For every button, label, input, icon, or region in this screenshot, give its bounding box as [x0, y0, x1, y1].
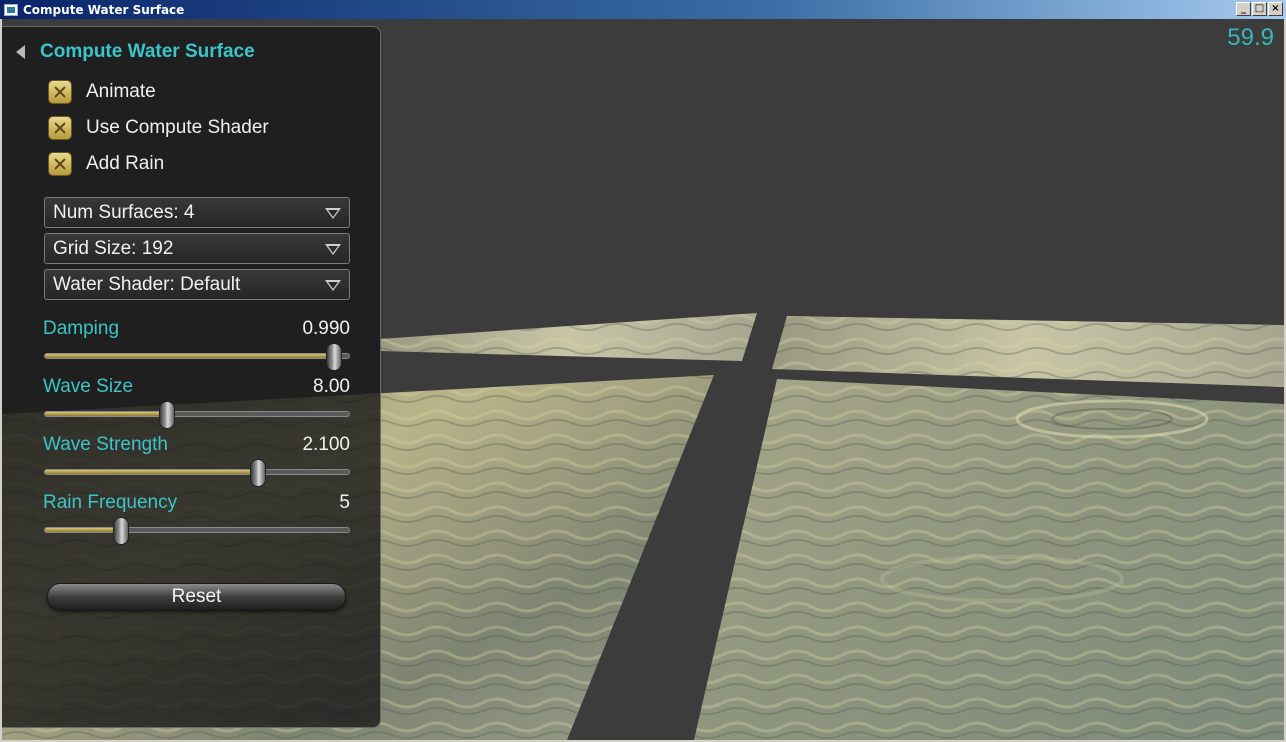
animate-checkbox[interactable] [48, 80, 72, 104]
damping-slider-thumb[interactable] [325, 343, 342, 371]
use-compute-shader-checkbox-row[interactable]: Use Compute Shader [48, 116, 269, 140]
rain-frequency-label: Rain Frequency [43, 492, 178, 513]
panel-header[interactable]: Compute Water Surface [16, 41, 255, 63]
maximize-button[interactable]: □ [1252, 2, 1267, 16]
grid-size-dropdown[interactable]: Grid Size: 192 [44, 233, 350, 264]
chevron-down-icon [325, 280, 341, 291]
damping-value: 0.990 [302, 318, 350, 339]
wave-strength-slider-thumb[interactable] [249, 459, 266, 487]
chevron-down-icon [325, 208, 341, 219]
wave-size-slider-thumb[interactable] [158, 401, 175, 429]
num-surfaces-label: Num Surfaces: 4 [53, 201, 195, 223]
wave-strength-slider-fill [45, 470, 258, 474]
water-shader-label: Water Shader: Default [53, 273, 241, 295]
damping-slider-fill [45, 354, 334, 358]
close-button[interactable]: × [1268, 2, 1283, 16]
animate-checkbox-row[interactable]: Animate [48, 80, 156, 104]
chevron-down-icon [325, 244, 341, 255]
wave-strength-value: 2.100 [302, 434, 350, 455]
num-surfaces-dropdown[interactable]: Num Surfaces: 4 [44, 197, 350, 228]
add-rain-checkbox[interactable] [48, 152, 72, 176]
window-titlebar[interactable]: Compute Water Surface _ □ × [0, 0, 1286, 19]
minimize-button[interactable]: _ [1236, 2, 1251, 16]
wave-size-label: Wave Size [43, 376, 134, 397]
wave-size-slider-fill [45, 412, 167, 416]
grid-size-label: Grid Size: 192 [53, 237, 174, 259]
reset-button[interactable]: Reset [47, 583, 346, 610]
animate-label: Animate [86, 81, 156, 102]
damping-label: Damping [43, 318, 120, 339]
damping-slider[interactable] [44, 343, 350, 371]
use-compute-shader-label: Use Compute Shader [86, 117, 269, 138]
rain-frequency-slider-thumb[interactable] [113, 517, 129, 545]
collapse-arrow-icon[interactable] [16, 45, 25, 59]
panel-title: Compute Water Surface [40, 41, 255, 62]
use-compute-shader-checkbox[interactable] [48, 116, 72, 140]
fps-counter: 59.9 [1227, 24, 1274, 51]
wave-size-value: 8.00 [313, 376, 350, 397]
add-rain-label: Add Rain [86, 153, 165, 174]
window-title: Compute Water Surface [23, 2, 185, 17]
settings-panel: Compute Water Surface Animate Use Comput… [2, 26, 381, 728]
render-viewport[interactable]: 59.9 Compute Water Surface Animate Use C… [2, 19, 1284, 740]
wave-size-slider[interactable] [44, 401, 350, 429]
rain-frequency-value: 5 [339, 492, 350, 513]
wave-strength-label: Wave Strength [43, 434, 168, 455]
water-shader-dropdown[interactable]: Water Shader: Default [44, 269, 350, 300]
app-icon [4, 3, 18, 16]
add-rain-checkbox-row[interactable]: Add Rain [48, 152, 164, 176]
rain-frequency-slider[interactable] [44, 517, 350, 545]
rain-frequency-slider-fill [45, 528, 121, 532]
wave-strength-slider[interactable] [44, 459, 350, 487]
